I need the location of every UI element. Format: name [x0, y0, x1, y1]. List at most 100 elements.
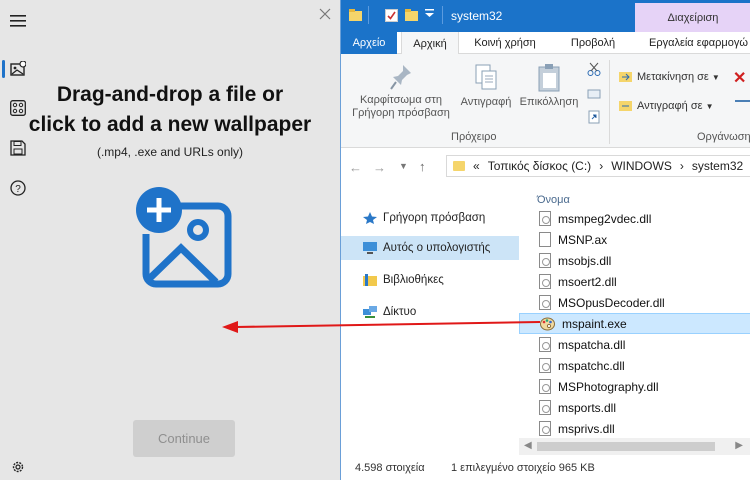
- dll-file-icon: [539, 400, 551, 415]
- file-row[interactable]: MSPhotography.dll: [519, 376, 750, 397]
- continue-button[interactable]: Continue: [133, 420, 235, 457]
- file-explorer-window: system32 Διαχείριση Αρχείο Αρχική Κοινή …: [340, 0, 750, 480]
- drop-subtitle: (.mp4, .exe and URLs only): [96, 145, 244, 159]
- file-row[interactable]: mspatchc.dll: [519, 355, 750, 376]
- move-to-button[interactable]: Μετακίνηση σε ▼: [619, 70, 720, 84]
- file-name: MSPhotography.dll: [558, 379, 659, 394]
- file-row[interactable]: msoert2.dll: [519, 271, 750, 292]
- file-list: Όνομα msmpeg2vdec.dll MSNP.ax msobjs.dll…: [519, 190, 750, 455]
- paint-icon: [540, 317, 555, 330]
- file-row[interactable]: msobjs.dll: [519, 250, 750, 271]
- paste-shortcut-icon[interactable]: [587, 110, 601, 124]
- file-row[interactable]: msports.dll: [519, 397, 750, 418]
- nav-item-network[interactable]: Δίκτυο: [341, 300, 519, 324]
- drop-title[interactable]: Drag-and-drop a file or click to add a n…: [0, 80, 340, 140]
- tab-app-tools[interactable]: Εργαλεία εφαρμογώ: [641, 32, 750, 54]
- clipboard-group-label: Πρόχειρο: [451, 131, 497, 143]
- dll-file-icon: [539, 253, 551, 268]
- file-name: MSNP.ax: [558, 232, 608, 247]
- tab-file[interactable]: Αρχείο: [341, 32, 397, 54]
- file-name: msobjs.dll: [558, 253, 612, 268]
- pin-quick-access-button[interactable]: Καρφίτσωμα στη Γρήγορη πρόσβαση: [345, 64, 457, 120]
- new-folder-icon[interactable]: [405, 9, 418, 22]
- window-title: system32: [451, 9, 503, 23]
- status-bar: 4.598 στοιχεία 1 επιλεγμένο στοιχείο 965…: [341, 457, 750, 480]
- dll-file-icon: [539, 379, 551, 394]
- navigation-pane: Γρήγορη πρόσβαση Αυτός ο υπολογιστής Βιβ…: [341, 190, 519, 455]
- file-row[interactable]: mspatcha.dll: [519, 334, 750, 355]
- paste-button[interactable]: Επικόλληση: [517, 64, 581, 109]
- address-folder-icon: [453, 161, 465, 171]
- recent-dropdown-icon[interactable]: ▼: [399, 161, 408, 171]
- customize-dropdown-icon[interactable]: [425, 9, 438, 22]
- tab-manage[interactable]: Διαχείριση: [635, 3, 750, 32]
- dll-file-icon: [539, 358, 551, 373]
- title-divider: [442, 6, 443, 24]
- breadcrumb-local-disk[interactable]: Τοπικός δίσκος (C:): [488, 159, 592, 173]
- pin-label-1: Καρφίτσωμα στη: [360, 94, 442, 106]
- tab-home[interactable]: Αρχική: [401, 32, 459, 55]
- drop-title-line1: Drag-and-drop a file or: [56, 83, 284, 106]
- continue-label: Continue: [157, 431, 211, 446]
- help-icon[interactable]: ?: [9, 179, 27, 197]
- breadcrumb-windows[interactable]: WINDOWS: [611, 159, 672, 173]
- rename-icon[interactable]: [735, 100, 750, 110]
- forward-icon[interactable]: →: [373, 160, 386, 175]
- up-icon[interactable]: ↑: [419, 159, 426, 174]
- organize-group-label: Οργάνωση: [697, 131, 750, 143]
- back-icon[interactable]: ←: [349, 160, 362, 175]
- menu-icon[interactable]: [9, 12, 27, 30]
- file-row[interactable]: msmpeg2vdec.dll: [519, 208, 750, 229]
- pin-label-2: Γρήγορη πρόσβαση: [352, 107, 450, 119]
- tab-view[interactable]: Προβολή: [563, 32, 623, 54]
- delete-icon[interactable]: ✕: [733, 68, 746, 88]
- scroll-thumb[interactable]: [537, 442, 715, 451]
- copy-to-button[interactable]: Αντιγραφή σε ▼: [619, 99, 714, 113]
- address-bar[interactable]: « Τοπικός δίσκος (C:) › WINDOWS › system…: [446, 155, 750, 177]
- copy-to-icon: [619, 101, 632, 111]
- nav-label: Δίκτυο: [383, 306, 417, 318]
- file-name: msmpeg2vdec.dll: [558, 211, 652, 226]
- file-row[interactable]: msprivs.dll: [519, 418, 750, 439]
- nav-item-this-pc[interactable]: Αυτός ο υπολογιστής: [341, 236, 519, 260]
- paste-icon: [538, 64, 560, 92]
- breadcrumb-system32[interactable]: system32: [692, 159, 743, 173]
- column-header-name[interactable]: Όνομα: [537, 194, 570, 206]
- properties-icon[interactable]: [385, 9, 398, 22]
- dll-file-icon: [539, 295, 551, 310]
- nav-rail: ?: [0, 0, 36, 480]
- file-row[interactable]: MSNP.ax: [519, 229, 750, 250]
- add-wallpaper-icon[interactable]: [9, 60, 27, 78]
- ribbon-separator: [609, 60, 610, 144]
- breadcrumb-separator[interactable]: ›: [599, 159, 603, 173]
- move-to-label: Μετακίνηση σε: [637, 71, 709, 83]
- copy-button[interactable]: Αντιγραφή: [455, 64, 517, 109]
- add-image-icon[interactable]: [126, 186, 232, 288]
- dll-file-icon: [539, 337, 551, 352]
- pin-icon: [390, 65, 411, 90]
- file-name: mspatcha.dll: [558, 337, 626, 352]
- copy-path-icon[interactable]: [587, 87, 601, 101]
- breadcrumb-separator[interactable]: ›: [680, 159, 684, 173]
- horizontal-scrollbar[interactable]: ◀ ▶: [519, 438, 750, 455]
- file-row[interactable]: MSOpusDecoder.dll: [519, 292, 750, 313]
- close-icon[interactable]: [318, 7, 334, 23]
- scroll-right-icon[interactable]: ▶: [735, 440, 743, 451]
- settings-gear-icon[interactable]: [9, 458, 27, 476]
- paste-label: Επικόλληση: [519, 96, 579, 108]
- cut-icon[interactable]: [587, 62, 601, 76]
- computer-icon: [363, 242, 377, 254]
- library-icon: [363, 274, 377, 286]
- move-to-icon: [619, 72, 632, 82]
- tab-share[interactable]: Κοινή χρήση: [465, 32, 545, 54]
- selected-indicator: [2, 60, 5, 78]
- address-overflow[interactable]: «: [473, 159, 480, 173]
- svg-text:?: ?: [15, 184, 21, 195]
- nav-item-libraries[interactable]: Βιβλιοθήκες: [341, 268, 519, 292]
- scroll-left-icon[interactable]: ◀: [524, 440, 532, 451]
- ribbon-tabs: Αρχείο Αρχική Κοινή χρήση Προβολή Εργαλε…: [341, 32, 750, 55]
- file-row-selected[interactable]: mspaint.exe: [519, 313, 750, 334]
- nav-item-quick-access[interactable]: Γρήγορη πρόσβαση: [341, 206, 519, 230]
- ribbon: Καρφίτσωμα στη Γρήγορη πρόσβαση Αντιγραφ…: [341, 54, 750, 148]
- file-name: msprivs.dll: [558, 421, 615, 436]
